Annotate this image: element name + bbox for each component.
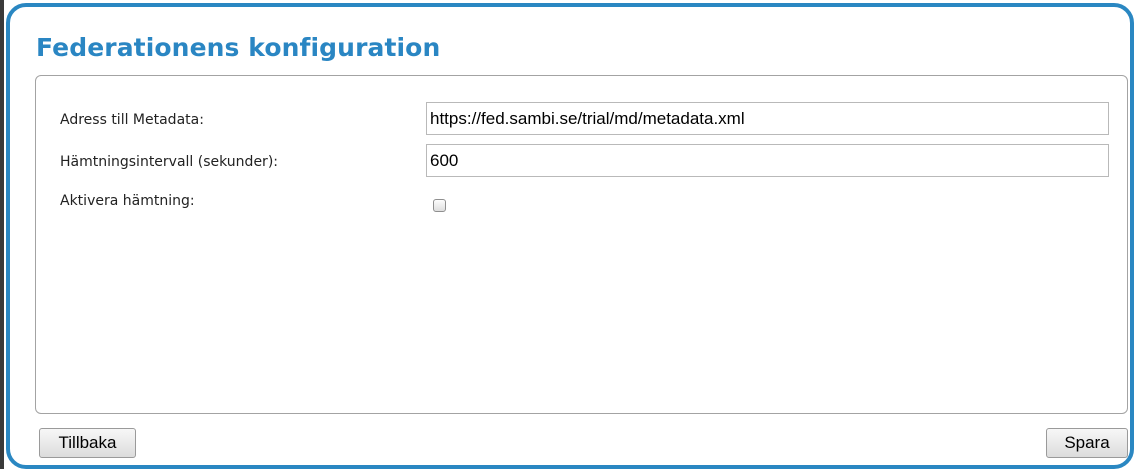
form-panel: Adress till Metadata: Hämtningsintervall… — [35, 75, 1128, 414]
background-page-edge — [0, 0, 4, 469]
enable-fetch-checkbox[interactable] — [433, 199, 446, 212]
fetch-interval-label: Hämtningsintervall (sekunder): — [60, 154, 278, 170]
metadata-address-input[interactable] — [426, 102, 1109, 135]
enable-fetch-label: Aktivera hämtning: — [60, 193, 195, 209]
save-button[interactable]: Spara — [1046, 428, 1128, 458]
back-button[interactable]: Tillbaka — [39, 428, 136, 458]
federation-config-dialog: Federationens konfiguration Adress till … — [6, 3, 1134, 469]
metadata-address-label: Adress till Metadata: — [60, 112, 204, 128]
dialog-title: Federationens konfiguration — [36, 33, 441, 62]
fetch-interval-input[interactable] — [426, 144, 1109, 177]
